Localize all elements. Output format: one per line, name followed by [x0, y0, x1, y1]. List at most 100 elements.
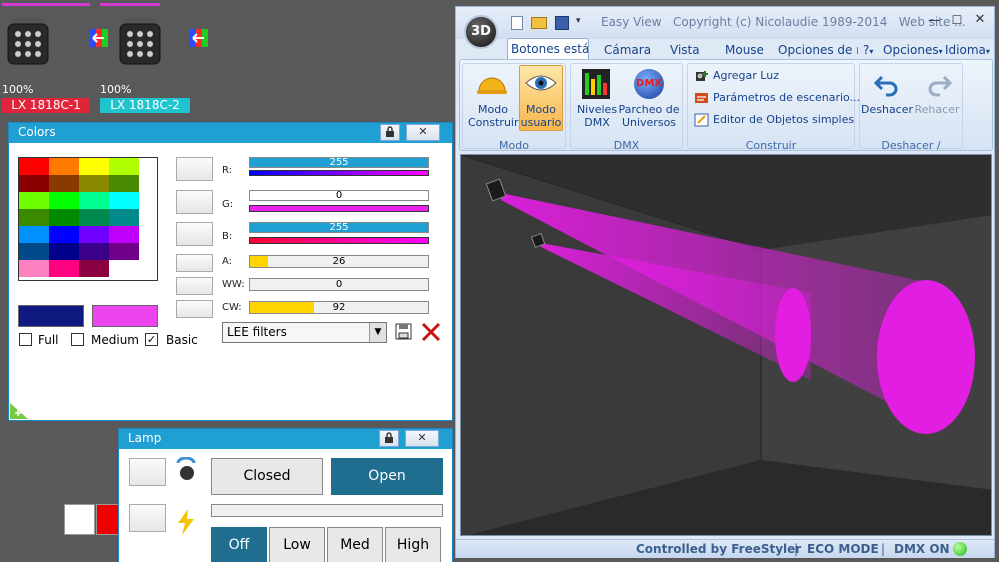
- add-corner-icon[interactable]: [10, 403, 28, 419]
- color-palette[interactable]: [18, 157, 158, 281]
- palette-swatch[interactable]: [49, 243, 79, 260]
- high-button[interactable]: High: [385, 527, 441, 562]
- close-button[interactable]: ✕: [405, 430, 439, 447]
- closed-button[interactable]: Closed: [211, 458, 323, 495]
- slider-value: 255: [329, 222, 349, 233]
- filter-select[interactable]: LEE filters ▼: [222, 322, 387, 343]
- low-button[interactable]: Low: [269, 527, 325, 562]
- delete-icon[interactable]: [420, 321, 442, 343]
- open-button[interactable]: Open: [331, 458, 443, 495]
- tab-opciones-de-render[interactable]: Opciones de re: [778, 42, 858, 60]
- full-checkbox[interactable]: [19, 333, 32, 346]
- fixture-1-selection-bar: [2, 3, 90, 6]
- medium-label: Medium: [91, 333, 139, 347]
- palette-swatch[interactable]: [19, 226, 49, 243]
- redo-icon: [928, 75, 952, 97]
- med-button[interactable]: Med: [327, 527, 383, 562]
- power-level-bar[interactable]: [211, 504, 443, 517]
- parametros-escenario-button[interactable]: Parámetros de escenario...: [713, 91, 860, 104]
- palette-swatch[interactable]: [79, 226, 109, 243]
- palette-swatch[interactable]: [79, 209, 109, 226]
- power-button[interactable]: [129, 504, 166, 532]
- fixture-1-label[interactable]: LX 1818C-1: [2, 98, 90, 113]
- quick-access-menu-icon[interactable]: ▾: [576, 16, 581, 26]
- editor-objetos-button[interactable]: Editor de Objetos simples: [713, 113, 854, 126]
- channel-slider-a[interactable]: 26: [249, 255, 429, 268]
- palette-swatch[interactable]: [109, 226, 139, 243]
- palette-swatch[interactable]: [49, 260, 79, 277]
- palette-swatch[interactable]: [79, 175, 109, 192]
- niveles-dmx-button[interactable]: Niveles DMX: [574, 103, 620, 129]
- palette-swatch[interactable]: [109, 243, 139, 260]
- palette-swatch[interactable]: [109, 192, 139, 209]
- palette-swatch[interactable]: [109, 158, 139, 175]
- lock-button[interactable]: [379, 430, 399, 447]
- palette-swatch[interactable]: [19, 260, 49, 277]
- palette-swatch[interactable]: [79, 158, 109, 175]
- rehacer-button[interactable]: Rehacer: [912, 103, 962, 116]
- palette-swatch[interactable]: [19, 209, 49, 226]
- minimize-button[interactable]: —: [926, 13, 942, 27]
- tab-mouse[interactable]: Mouse: [725, 42, 764, 60]
- palette-swatch[interactable]: [79, 192, 109, 209]
- fixture-2-label[interactable]: LX 1818C-2: [100, 98, 190, 113]
- tab-botones-estandar[interactable]: Botones estándar: [507, 38, 589, 60]
- palette-swatch[interactable]: [49, 175, 79, 192]
- tab-camara[interactable]: Cámara: [604, 42, 651, 60]
- quick-access-open-icon[interactable]: [531, 17, 547, 29]
- channel-button-r[interactable]: [176, 157, 213, 181]
- deshacer-button[interactable]: Deshacer: [861, 103, 913, 116]
- channel-label-r: R:: [222, 165, 233, 176]
- lock-button[interactable]: [380, 124, 400, 141]
- palette-swatch[interactable]: [49, 192, 79, 209]
- maximize-button[interactable]: ☐: [949, 13, 965, 27]
- modo-construir-button[interactable]: Modo Construir: [468, 103, 519, 129]
- menu-help[interactable]: ?▾: [863, 42, 873, 60]
- channel-slider-g[interactable]: 0: [249, 190, 429, 201]
- palette-swatch[interactable]: [19, 158, 49, 175]
- viewport-3d[interactable]: [460, 154, 992, 536]
- basic-checkbox[interactable]: ✓: [145, 333, 158, 346]
- quick-access-new-icon[interactable]: [511, 16, 523, 30]
- palette-swatch[interactable]: [49, 209, 79, 226]
- agregar-luz-button[interactable]: Agregar Luz: [713, 69, 779, 82]
- palette-swatch[interactable]: [109, 260, 139, 277]
- palette-swatch[interactable]: [49, 158, 79, 175]
- chevron-down-icon[interactable]: ▼: [369, 323, 386, 342]
- close-button[interactable]: ✕: [406, 124, 440, 141]
- channel-slider-r[interactable]: 255: [249, 157, 429, 168]
- palette-swatch[interactable]: [49, 226, 79, 243]
- fixture-2[interactable]: 100% LX 1818C-2: [100, 3, 208, 113]
- color-preset[interactable]: [64, 504, 95, 535]
- channel-slider-cw[interactable]: 92: [249, 301, 429, 314]
- modo-usuario-button[interactable]: Modo usuario: [519, 103, 563, 129]
- channel-button-ww[interactable]: [176, 277, 213, 295]
- medium-checkbox[interactable]: [71, 333, 84, 346]
- channel-button-b[interactable]: [176, 222, 213, 246]
- shutter-button[interactable]: [129, 458, 166, 486]
- save-icon[interactable]: [395, 323, 412, 340]
- lightning-icon: [178, 509, 194, 535]
- menu-opciones[interactable]: Opciones▾: [883, 42, 943, 60]
- channel-button-g[interactable]: [176, 190, 213, 214]
- close-window-button[interactable]: ✕: [972, 12, 988, 27]
- palette-swatch[interactable]: [109, 175, 139, 192]
- palette-swatch[interactable]: [109, 209, 139, 226]
- off-button[interactable]: Off: [211, 527, 267, 562]
- palette-swatch[interactable]: [19, 175, 49, 192]
- palette-swatch[interactable]: [79, 243, 109, 260]
- fixture-1[interactable]: 100% LX 1818C-1: [2, 3, 108, 113]
- target-color-swatch[interactable]: [92, 305, 158, 327]
- quick-access-save-icon[interactable]: [555, 16, 569, 30]
- palette-swatch[interactable]: [19, 243, 49, 260]
- tab-vista[interactable]: Vista: [670, 42, 700, 60]
- channel-slider-ww[interactable]: 0: [249, 278, 429, 291]
- parcheo-universos-button[interactable]: Parcheo de Universos: [618, 103, 680, 129]
- palette-swatch[interactable]: [79, 260, 109, 277]
- menu-idioma[interactable]: Idioma▾: [945, 42, 993, 60]
- channel-slider-b[interactable]: 255: [249, 222, 429, 233]
- channel-button-cw[interactable]: [176, 300, 213, 318]
- palette-swatch[interactable]: [19, 192, 49, 209]
- channel-button-a[interactable]: [176, 254, 213, 272]
- app-logo[interactable]: 3D: [464, 15, 498, 49]
